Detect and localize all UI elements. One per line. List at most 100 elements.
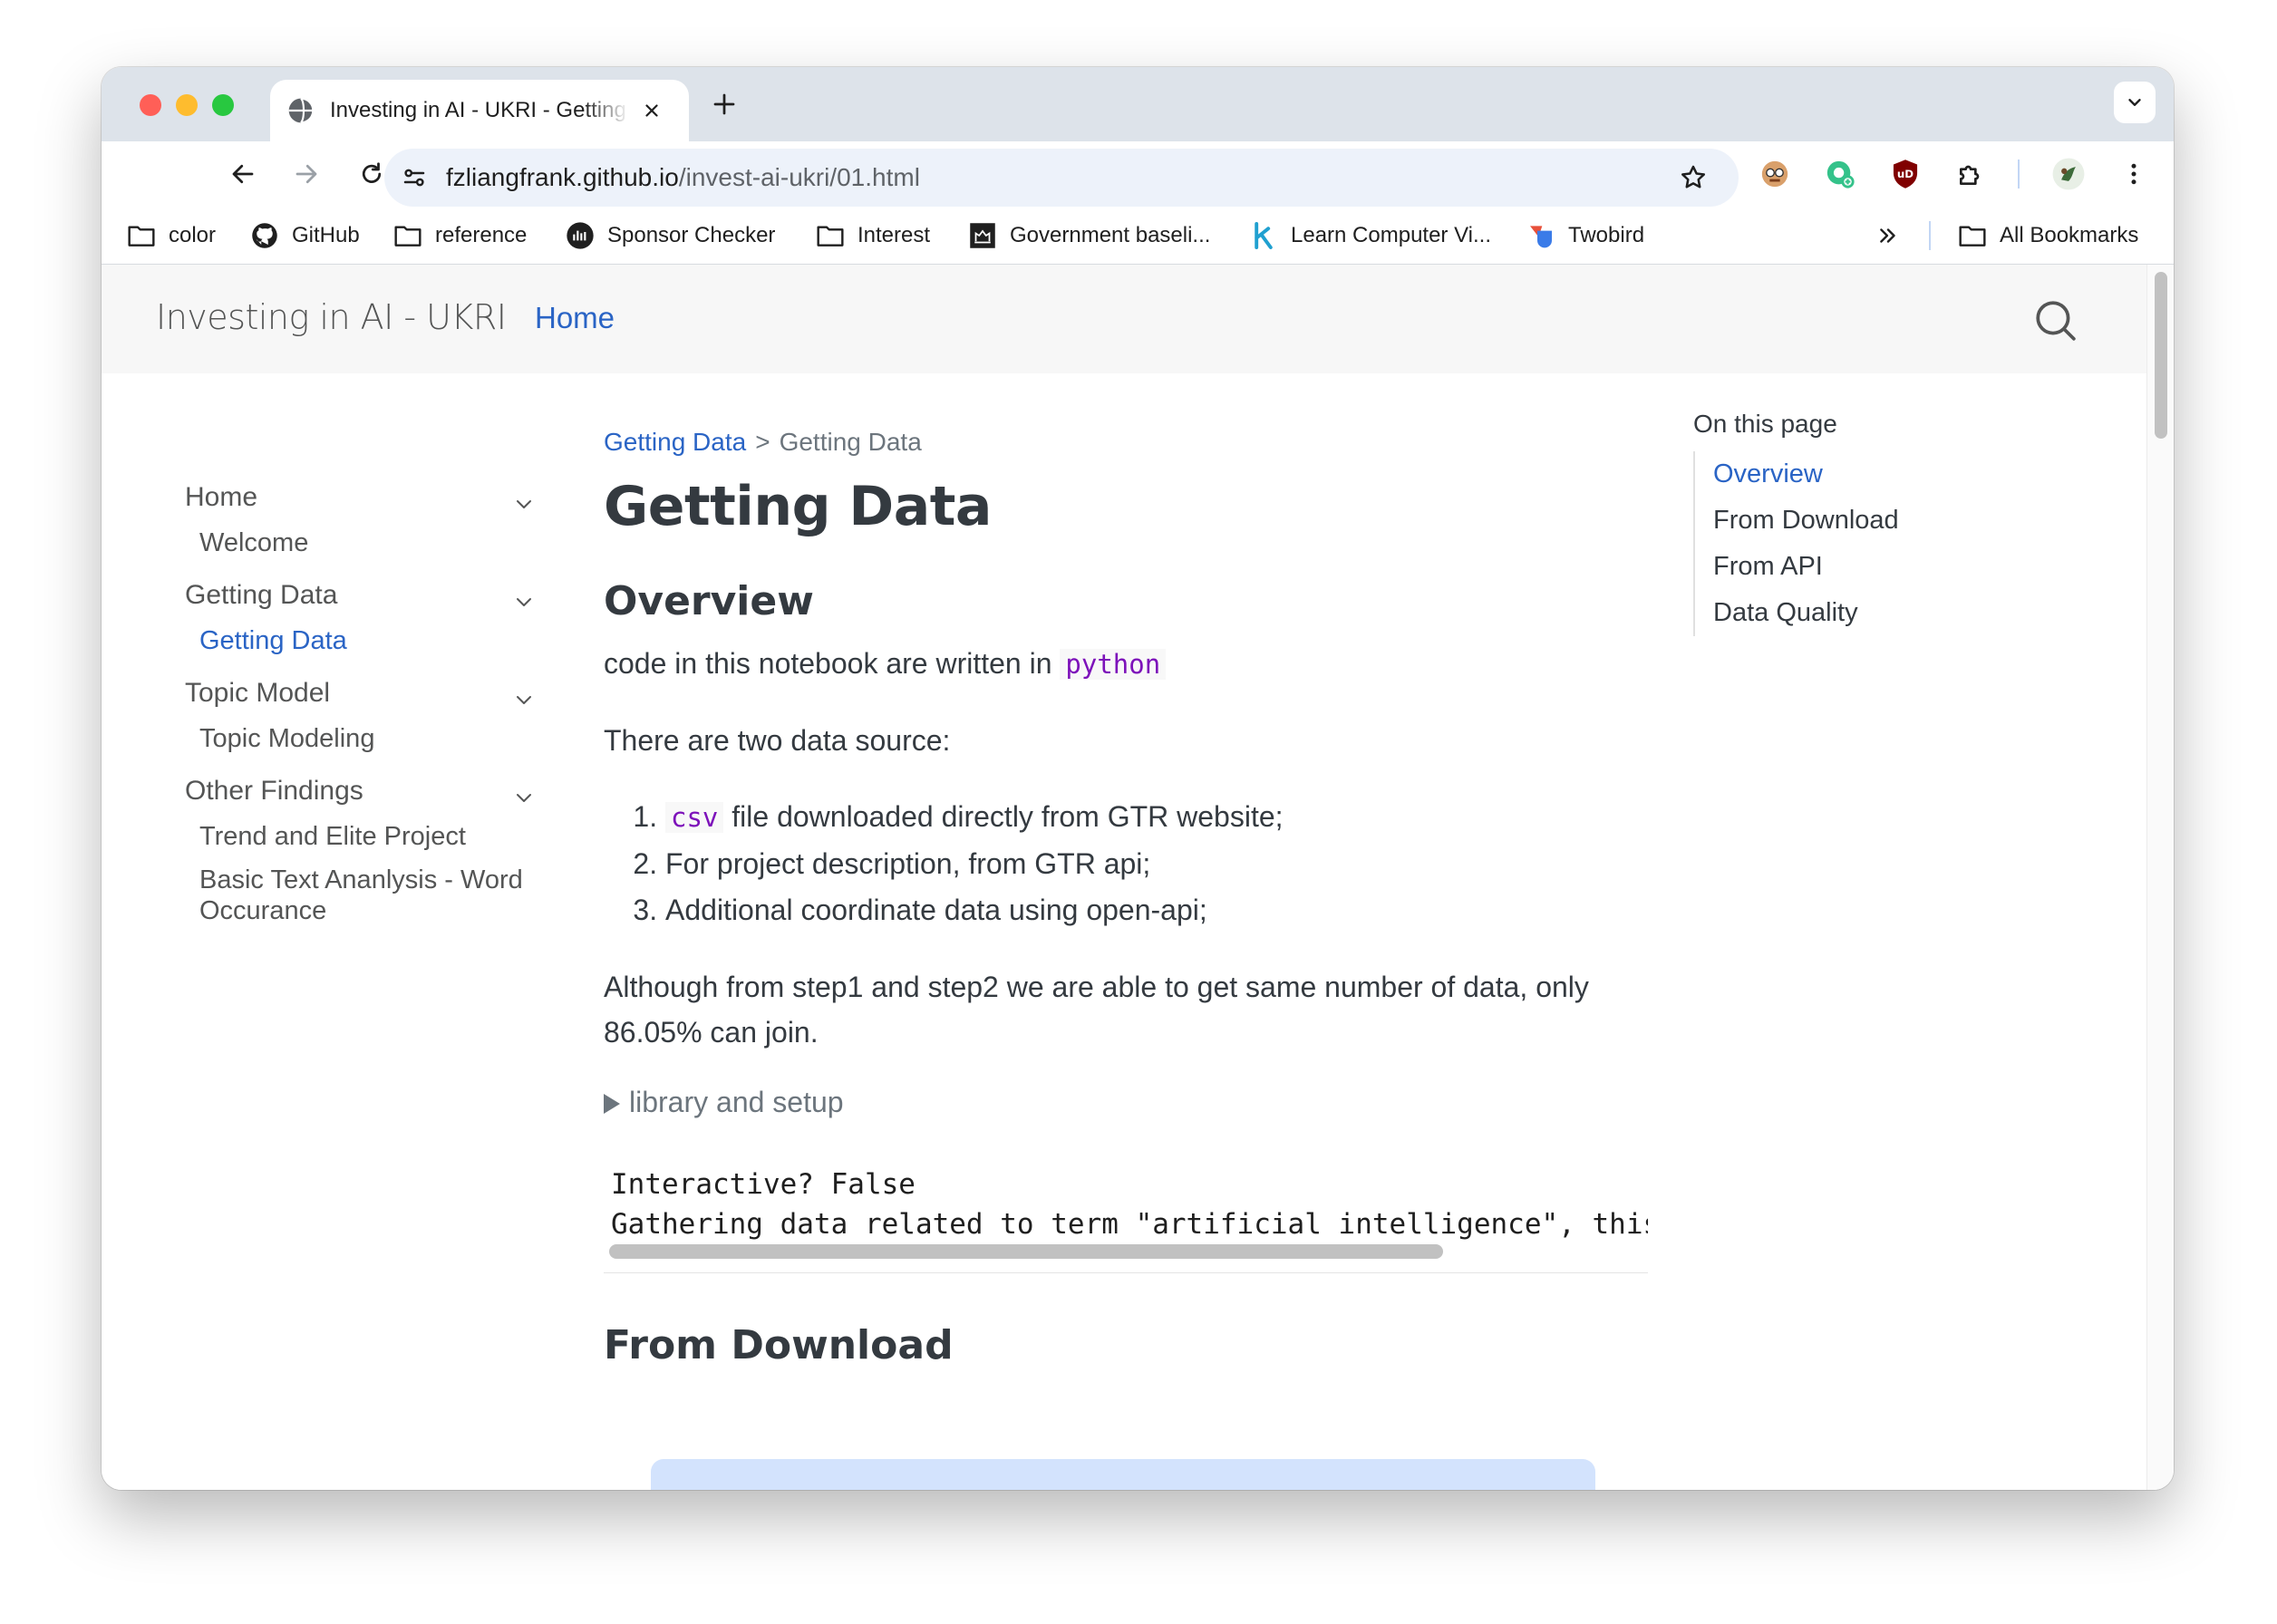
profile-avatar[interactable] xyxy=(2050,156,2087,192)
page-scrollbar-thumb[interactable] xyxy=(2155,272,2167,439)
breadcrumb-current: Getting Data xyxy=(779,428,922,456)
toc-list: Overview From Download From API Data Qua… xyxy=(1693,451,2074,636)
toc-item-overview[interactable]: Overview xyxy=(1713,451,2074,498)
globe-icon xyxy=(288,97,315,124)
all-bookmarks-button[interactable]: All Bookmarks xyxy=(1958,218,2138,254)
close-window-button[interactable] xyxy=(140,94,161,116)
sidebar-section-label[interactable]: Topic Model xyxy=(185,678,330,709)
bookmark-government-baseline[interactable]: Government baseli... xyxy=(968,218,1210,254)
chevron-down-icon xyxy=(2128,99,2141,106)
sidebar-item-getting-data[interactable]: Getting Data xyxy=(199,625,547,656)
address-bar[interactable]: fzliangfrank.github.io/invest-ai-ukri/01… xyxy=(384,149,1739,207)
reload-icon xyxy=(362,162,382,183)
sidebar-section-home[interactable]: Home xyxy=(185,482,547,527)
bookmark-label: reference xyxy=(435,223,528,247)
page-scrollbar[interactable] xyxy=(2146,265,2174,1490)
bookmark-label: Learn Computer Vi... xyxy=(1291,223,1492,247)
all-bookmarks-label: All Bookmarks xyxy=(2000,223,2139,247)
url-path: /invest-ai-ukri/01.html xyxy=(678,163,920,191)
browser-menu-button[interactable] xyxy=(2116,156,2152,192)
url-text: fzliangfrank.github.io/invest-ai-ukri/01… xyxy=(446,163,920,192)
bookmark-label: color xyxy=(169,223,217,247)
bookmark-label: Government baseli... xyxy=(1010,223,1211,247)
overview-heading: Overview xyxy=(604,578,814,624)
nav-home-link[interactable]: Home xyxy=(535,301,615,335)
active-tab[interactable]: Investing in AI - UKRI - Getting Data xyxy=(270,80,689,141)
sidebar-item-welcome[interactable]: Welcome xyxy=(199,527,547,558)
close-tab-icon[interactable] xyxy=(642,101,662,121)
sidebar-item-trend-elite[interactable]: Trend and Elite Project xyxy=(199,821,547,852)
sources-list: csv file downloaded directly from GTR we… xyxy=(665,794,1655,933)
main-content: Getting Data > Getting Data Getting Data O… xyxy=(604,428,1655,1368)
sidebar-item-text-analysis[interactable]: Basic Text Ananlysis - Word Occurance xyxy=(199,865,526,926)
browser-toolbar: fzliangfrank.github.io/invest-ai-ukri/01… xyxy=(102,141,2174,207)
arrow-left-icon xyxy=(232,164,254,184)
bookmark-learn-computer-vision[interactable]: Learn Computer Vi... xyxy=(1249,218,1491,254)
sources-paragraph: There are two data source: xyxy=(604,724,951,757)
extensions-puzzle-icon[interactable] xyxy=(1952,156,1989,192)
breadcrumb-parent-link[interactable]: Getting Data xyxy=(604,428,746,456)
intro-text: code in this notebook are written in xyxy=(604,647,1052,680)
reload-button[interactable] xyxy=(355,158,388,190)
sidebar-section-label[interactable]: Home xyxy=(185,482,257,513)
sidebar-section-getting-data[interactable]: Getting Data xyxy=(185,580,547,625)
details-library-setup[interactable]: library and setup xyxy=(604,1086,1655,1119)
bookmark-label: Twobird xyxy=(1568,223,1645,247)
chevron-down-icon[interactable] xyxy=(513,689,535,710)
chevron-down-icon[interactable] xyxy=(513,591,535,613)
extension-avatar-icon[interactable] xyxy=(1757,156,1793,192)
toc-title: On this page xyxy=(1693,410,1837,438)
chevron-down-icon[interactable] xyxy=(513,787,535,808)
list-item: For project description, from GTR api; xyxy=(665,841,1655,887)
toc-item-from-download[interactable]: From Download xyxy=(1713,498,2074,544)
window-controls xyxy=(140,94,234,116)
search-icon[interactable] xyxy=(2032,297,2078,343)
join-paragraph: Although from step1 and step2 we are abl… xyxy=(604,971,1589,1049)
chevron-down-icon[interactable] xyxy=(513,493,535,515)
breadcrumb-separator: > xyxy=(755,428,770,456)
code-output-text: Interactive? False Gathering data relate… xyxy=(604,1146,1648,1244)
extension-translate-icon[interactable] xyxy=(1822,156,1858,192)
bookmark-sponsor-checker[interactable]: Sponsor Checker xyxy=(566,218,775,254)
bookmark-github[interactable]: GitHub xyxy=(250,218,360,254)
back-button[interactable] xyxy=(227,158,259,190)
embedded-frame-top xyxy=(651,1459,1595,1490)
horizontal-scrollbar-thumb[interactable] xyxy=(609,1244,1443,1259)
folder-icon xyxy=(816,221,845,250)
new-tab-icon[interactable] xyxy=(711,91,738,118)
folder-icon xyxy=(393,221,422,250)
bookmark-twobird[interactable]: Twobird xyxy=(1526,218,1644,254)
tab-search-button[interactable] xyxy=(2114,82,2156,123)
sidebar-section-topic-model[interactable]: Topic Model xyxy=(185,678,547,723)
sidebar-section-label[interactable]: Other Findings xyxy=(185,776,363,807)
more-bookmarks-button[interactable] xyxy=(1876,218,1900,254)
site-settings-icon[interactable] xyxy=(401,164,428,191)
sidebar-item-topic-modeling[interactable]: Topic Modeling xyxy=(199,723,547,754)
site-title-link[interactable]: Investing in AI - UKRI xyxy=(156,297,507,337)
forward-button[interactable] xyxy=(290,158,323,190)
bookmark-reference[interactable]: reference xyxy=(393,218,527,254)
bookmark-interest[interactable]: Interest xyxy=(816,218,930,254)
bookmark-star-icon[interactable] xyxy=(1679,163,1708,192)
details-summary[interactable]: library and setup xyxy=(629,1086,844,1118)
chevron-double-right-icon xyxy=(1880,228,1895,243)
toc-item-from-api[interactable]: From API xyxy=(1713,544,2074,590)
minimize-window-button[interactable] xyxy=(176,94,198,116)
ublock-shield-icon[interactable]: uD xyxy=(1887,156,1923,192)
kebab-menu-icon xyxy=(2131,163,2137,185)
sponsor-icon xyxy=(566,221,595,250)
browser-window: Investing in AI - UKRI - Getting Data fz… xyxy=(102,67,2174,1490)
url-host: fzliangfrank.github.io xyxy=(446,163,679,191)
sidebar-section-other-findings[interactable]: Other Findings xyxy=(185,776,547,821)
toc-item-data-quality[interactable]: Data Quality xyxy=(1713,590,2074,636)
disclosure-triangle-icon[interactable] xyxy=(604,1094,620,1114)
sidebar-nav: Home Welcome Getting Data Getting Data T… xyxy=(185,482,547,926)
twobird-icon xyxy=(1526,221,1555,250)
intro-paragraph: code in this notebook are written in pyt… xyxy=(604,641,1655,687)
bookmark-color[interactable]: color xyxy=(127,218,216,254)
tab-title: Investing in AI - UKRI - Getting Data xyxy=(330,98,629,122)
arrow-right-icon xyxy=(296,164,317,184)
zoom-window-button[interactable] xyxy=(212,94,234,116)
bookmark-label: Sponsor Checker xyxy=(607,223,776,247)
sidebar-section-label[interactable]: Getting Data xyxy=(185,580,337,611)
